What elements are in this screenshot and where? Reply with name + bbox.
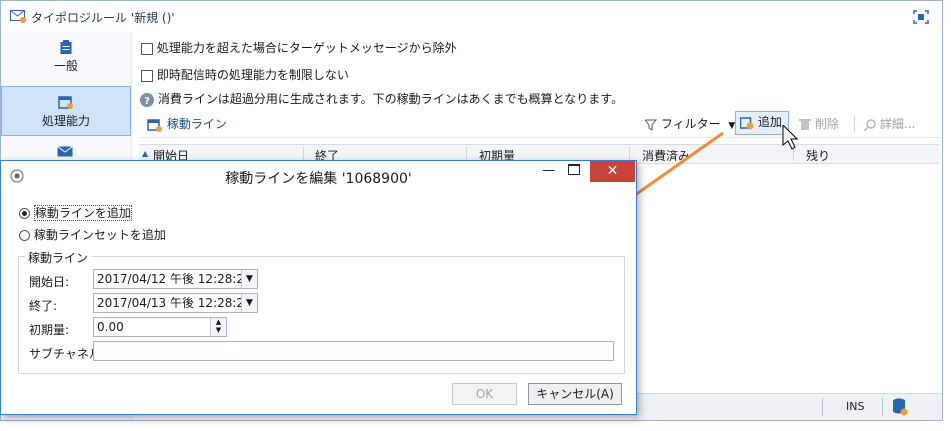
ok-label: OK <box>475 387 494 401</box>
sidebar-item-general[interactable]: 一般 <box>1 32 131 82</box>
subchannel-field[interactable] <box>93 341 614 361</box>
radio-add-set[interactable]: 稼動ラインセットを追加 <box>19 226 166 243</box>
exclude-option[interactable]: 処理能力を超えた場合にターゲットメッセージから除外 <box>141 39 457 56</box>
status-bar: INS <box>633 393 942 420</box>
lines-toolbar: 稼動ライン フィルター ▼ 追加 削除 詳細... <box>140 111 940 138</box>
info-row: ? 消費ラインは超過分用に生成されます。下の稼動ラインはあくまでも概算となります… <box>140 90 623 107</box>
column-divider[interactable] <box>466 147 467 161</box>
ins-indicator: INS <box>846 400 865 413</box>
title-bar: タイポロジルール '新規 ()' <box>1 1 942 32</box>
radio-label: 稼動ラインを追加 <box>33 205 132 221</box>
window-title: タイポロジルール '新規 ()' <box>31 11 175 25</box>
mail-icon <box>10 10 26 23</box>
chevron-down-icon[interactable]: ▼ <box>241 294 257 312</box>
start-label: 開始日: <box>29 275 70 289</box>
chevron-down-icon[interactable]: ▼ <box>241 270 257 288</box>
ok-button[interactable]: OK <box>452 383 517 405</box>
end-date-value: 2017/04/13 午後 12:28:23 <box>97 296 252 310</box>
no-limit-label: 即時配信時の処理能力を制限しない <box>156 68 349 82</box>
edit-line-dialog: 稼動ラインを編集 '1068900' — ✕ 稼動ラインを追加 稼動ラインセット… <box>0 160 637 415</box>
radio-button[interactable] <box>19 230 30 241</box>
toolbar-divider <box>854 116 855 132</box>
maximize-icon[interactable] <box>568 164 580 175</box>
end-date-field[interactable]: 2017/04/13 午後 12:28:23 ▼ <box>93 293 258 313</box>
column-header[interactable]: 残り <box>806 147 830 164</box>
sidebar-item-label: 処理能力 <box>41 114 90 128</box>
info-text: 消費ラインは超過分用に生成されます。下の稼動ラインはあくまでも概算となります。 <box>157 92 624 106</box>
initial-amount-stepper[interactable]: 0.00 ▲ ▼ <box>93 317 227 337</box>
clipboard-icon <box>60 40 72 54</box>
status-divider <box>822 398 823 416</box>
column-divider[interactable] <box>303 147 304 161</box>
detail-label: 詳細... <box>879 117 916 131</box>
cancel-label: キャンセル(A) <box>536 387 614 401</box>
sidebar-item-capacity[interactable]: 処理能力 <box>1 86 131 136</box>
group-label: 稼動ライン <box>25 249 92 266</box>
sort-asc-icon[interactable]: ▲ <box>142 149 148 158</box>
calendar-gear-icon <box>147 118 162 132</box>
exclude-label: 処理能力を超えた場合にターゲットメッセージから除外 <box>156 41 457 55</box>
delete-label: 削除 <box>814 117 839 131</box>
start-date-field[interactable]: 2017/04/12 午後 12:28:23 ▼ <box>93 269 258 289</box>
radio-add-line[interactable]: 稼動ラインを追加 <box>19 204 132 221</box>
detail-button[interactable]: 詳細... <box>863 114 916 134</box>
close-icon: ✕ <box>606 163 619 179</box>
radio-label: 稼動ラインセットを追加 <box>33 228 166 242</box>
no-limit-option[interactable]: 即時配信時の処理能力を制限しない <box>141 66 349 83</box>
sidebar-item-label: 一般 <box>53 59 78 73</box>
stepper-arrows-icon[interactable]: ▲ ▼ <box>210 318 226 336</box>
calendar-gear-icon <box>58 96 73 109</box>
mail-star-icon <box>57 146 73 157</box>
close-button[interactable]: ✕ <box>590 161 635 182</box>
status-divider <box>882 398 883 416</box>
section-header: 稼動ライン <box>147 114 227 134</box>
minimize-icon[interactable]: — <box>542 163 555 178</box>
dialog-titlebar[interactable]: 稼動ラインを編集 '1068900' — ✕ <box>1 161 636 190</box>
no-limit-checkbox[interactable] <box>141 69 153 82</box>
database-icon <box>893 398 908 416</box>
initial-amount-value: 0.00 <box>97 320 124 334</box>
search-icon <box>863 118 876 132</box>
dialog-title: 稼動ラインを編集 '1068900' <box>225 171 412 187</box>
start-date-value: 2017/04/12 午後 12:28:23 <box>97 272 252 286</box>
section-label: 稼動ライン <box>166 117 227 131</box>
initial-label: 初期量: <box>29 323 70 337</box>
cancel-button[interactable]: キャンセル(A) <box>528 383 622 405</box>
svg-text:?: ? <box>144 96 150 107</box>
radio-button[interactable] <box>19 208 30 219</box>
end-label: 終了: <box>29 299 58 313</box>
exclude-checkbox[interactable] <box>141 42 153 55</box>
maximize-icon[interactable] <box>913 10 929 24</box>
help-icon: ? <box>140 92 154 107</box>
